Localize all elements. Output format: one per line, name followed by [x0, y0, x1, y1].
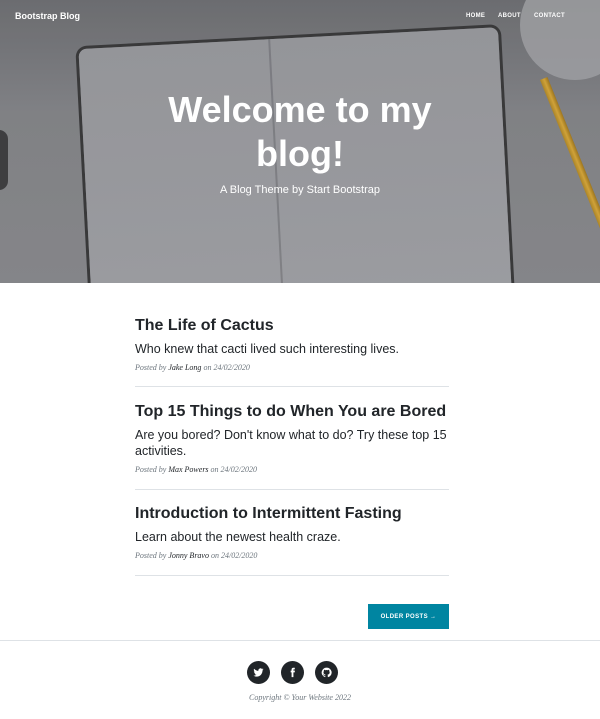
post-meta-on: on — [210, 551, 219, 560]
navbar: Bootstrap Blog HOME ABOUT CONTACT — [0, 0, 600, 32]
post-title-link[interactable]: The Life of Cactus — [135, 316, 449, 336]
post-meta-on: on — [210, 465, 219, 474]
twitter-link[interactable] — [247, 661, 270, 684]
post-subtitle: Who knew that cacti lived such interesti… — [135, 342, 400, 356]
post-subtitle: Learn about the newest health craze. — [135, 530, 341, 544]
older-posts-button[interactable]: OLDER POSTS → — [368, 604, 449, 629]
post-meta-on: on — [203, 363, 212, 372]
nav-link-about[interactable]: ABOUT — [498, 13, 521, 19]
github-icon — [321, 667, 332, 678]
post-date: 24/02/2020 — [220, 551, 258, 560]
post-preview: Top 15 Things to do When You are Bored A… — [135, 387, 449, 490]
twitter-icon — [253, 668, 264, 677]
post-title-link[interactable]: Top 15 Things to do When You are Bored — [135, 402, 449, 422]
post-meta-prefix: Posted by — [135, 465, 167, 474]
post-meta-prefix: Posted by — [135, 551, 167, 560]
post-subtitle: Are you bored? Don't know what to do? Tr… — [135, 428, 447, 458]
nav-link-contact[interactable]: CONTACT — [534, 13, 565, 19]
nav-link-home[interactable]: HOME — [466, 13, 485, 19]
github-link[interactable] — [315, 661, 338, 684]
navbar-brand[interactable]: Bootstrap Blog — [15, 11, 80, 21]
post-meta: Posted by Jake Long on 24/02/2020 — [135, 363, 449, 372]
post-preview: Introduction to Intermittent Fasting Lea… — [135, 490, 449, 576]
post-author-link[interactable]: Jake Long — [168, 363, 201, 372]
post-date: 24/02/2020 — [220, 465, 257, 474]
hero-title: Welcome to my blog! — [168, 89, 432, 174]
copyright: Copyright © Your Website 2022 — [249, 693, 351, 702]
hero-heading: Welcome to my blog! A Blog Theme by Star… — [0, 88, 600, 196]
post-meta: Posted by Jonny Bravo on 24/02/2020 — [135, 551, 449, 560]
post-preview: The Life of Cactus Who knew that cacti l… — [135, 316, 449, 387]
post-author-link[interactable]: Jonny Bravo — [168, 551, 209, 560]
post-date: 24/02/2020 — [213, 363, 250, 372]
footer-divider — [0, 640, 600, 641]
facebook-icon — [290, 667, 295, 678]
post-meta-prefix: Posted by — [135, 363, 167, 372]
post-meta: Posted by Max Powers on 24/02/2020 — [135, 465, 449, 474]
hero-subtitle: A Blog Theme by Start Bootstrap — [220, 184, 380, 196]
post-list: The Life of Cactus Who knew that cacti l… — [135, 316, 449, 576]
post-author-link[interactable]: Max Powers — [168, 465, 208, 474]
post-title-link[interactable]: Introduction to Intermittent Fasting — [135, 504, 449, 524]
masthead: Welcome to my blog! A Blog Theme by Star… — [0, 0, 600, 283]
facebook-link[interactable] — [281, 661, 304, 684]
